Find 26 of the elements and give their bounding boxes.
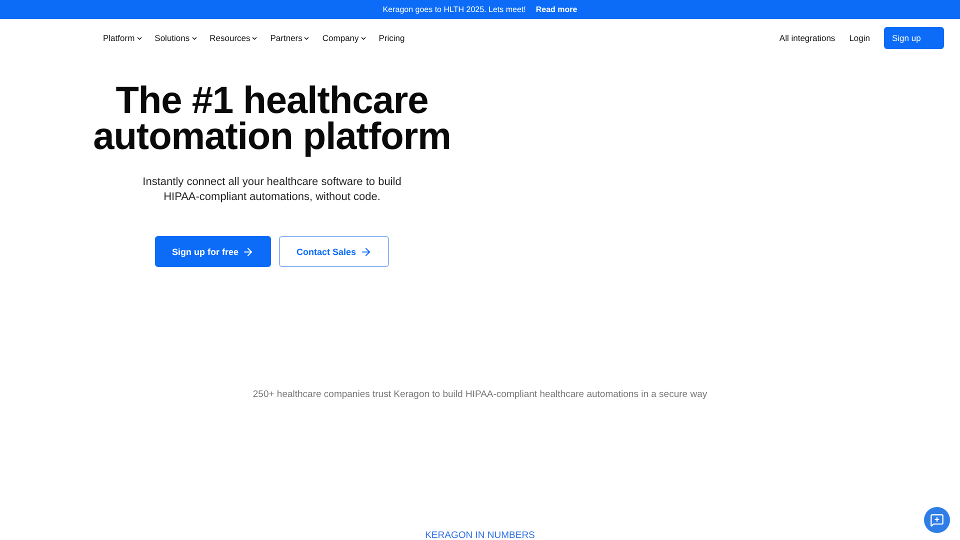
- sign-up-free-button[interactable]: Sign up for free: [154, 236, 272, 267]
- section-label: KERAGON IN NUMBERS: [424, 530, 536, 540]
- nav-link[interactable]: Login: [849, 33, 870, 43]
- arrow-right-icon: [242, 246, 254, 258]
- nav-link[interactable]: Company: [322, 33, 367, 43]
- sign-up-button[interactable]: Sign up: [884, 27, 944, 49]
- nav-link[interactable]: Resources: [210, 33, 258, 43]
- chevron-down-icon: [190, 34, 198, 42]
- nav-link[interactable]: Solutions: [154, 33, 198, 43]
- chevron-down-icon: [251, 34, 258, 42]
- arrow-right-icon: [360, 246, 372, 258]
- chevron-down-icon: [303, 34, 310, 42]
- nav-link[interactable]: Platform: [103, 33, 143, 43]
- nav-link[interactable]: Pricing: [378, 33, 405, 43]
- announcement-text: Keragon goes to HLTH 2025. Lets meet!: [382, 5, 526, 14]
- chevron-down-icon: [136, 34, 143, 42]
- hero-subtitle: Instantly connect all your healthcare software to build HIPAA-compliant automations, without code.: [142, 175, 402, 205]
- nav-link[interactable]: All integrations: [779, 33, 836, 43]
- contact-sales-button[interactable]: Contact Sales: [279, 236, 390, 267]
- chevron-down-icon: [360, 34, 367, 42]
- nav-link[interactable]: Partners: [270, 33, 310, 43]
- read-more-link[interactable]: Read more: [536, 5, 578, 14]
- chat-icon: [930, 513, 944, 527]
- hero-title: The #1 healthcare automation platform: [93, 83, 451, 155]
- chat-button[interactable]: [924, 507, 950, 533]
- trust-text: 250+ healthcare companies trust Keragon to build HIPAA-compliant healthcare automations in a secure way: [252, 389, 708, 400]
